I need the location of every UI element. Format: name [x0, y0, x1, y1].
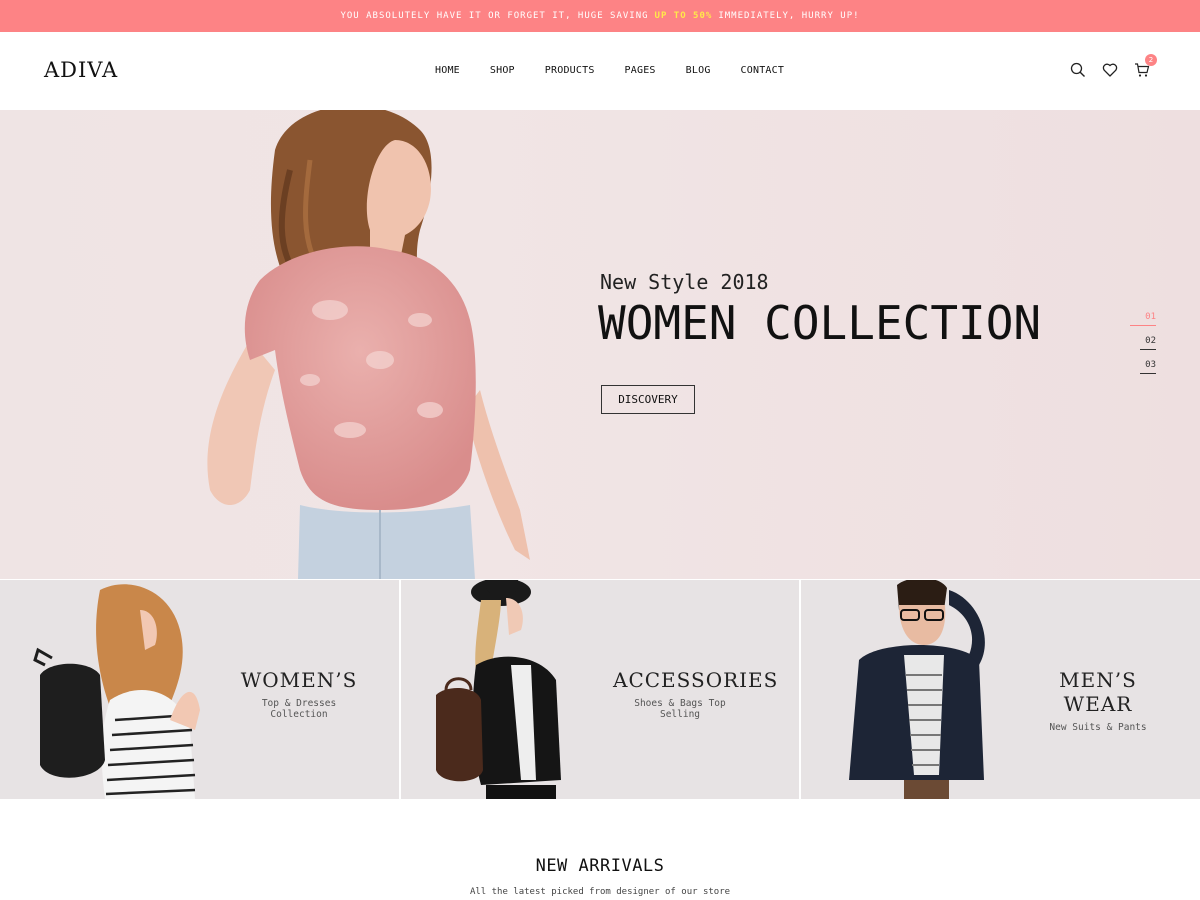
category-title: MEN’S WEAR	[1059, 668, 1137, 716]
nav-contact[interactable]: CONTACT	[741, 65, 785, 76]
category-subtitle: New Suits & Pants	[1049, 722, 1147, 733]
category-mens-wear[interactable]: MEN’S WEAR New Suits & Pants	[799, 580, 1200, 799]
category-accessories[interactable]: ACCESSORIES Shoes & Bags Top Selling	[399, 580, 799, 799]
nav-home[interactable]: HOME	[435, 65, 460, 76]
hero-slider: New Style 2018 WOMEN COLLECTION DISCOVER…	[0, 110, 1200, 579]
nav-blog[interactable]: BLOG	[686, 65, 711, 76]
category-womens[interactable]: WOMEN’S Top & Dresses Collection	[0, 580, 399, 799]
promo-text-after: IMMEDIATELY, HURRY UP!	[718, 11, 860, 21]
new-arrivals-title: NEW ARRIVALS	[535, 856, 665, 876]
cart-count-badge: 2	[1145, 54, 1157, 66]
main-nav: HOME SHOP PRODUCTS PAGES BLOG CONTACT	[435, 65, 814, 76]
heart-icon[interactable]	[1102, 62, 1118, 78]
nav-shop[interactable]: SHOP	[490, 65, 515, 76]
discovery-button[interactable]: DISCOVERY	[601, 385, 695, 414]
hero-subtitle: New Style 2018	[600, 270, 769, 294]
slide-indicator-3[interactable]: 03	[1130, 360, 1156, 384]
slide-indicator-1[interactable]: 01	[1130, 312, 1156, 336]
category-womens-text: WOMEN’S Top & Dresses Collection	[235, 668, 363, 720]
site-logo[interactable]: ADIVA	[44, 58, 118, 82]
header-icons: 2	[1070, 54, 1157, 78]
accessories-model-image	[436, 580, 561, 799]
hero-title: WOMEN COLLECTION	[598, 296, 1042, 350]
site-header: ADIVA HOME SHOP PRODUCTS PAGES BLOG CONT…	[0, 32, 1200, 110]
slide-pagination: 01 02 03	[1130, 312, 1156, 384]
search-icon[interactable]	[1070, 62, 1086, 78]
new-arrivals-subtitle: All the latest picked from designer of o…	[469, 887, 731, 897]
womens-model-image	[33, 584, 200, 799]
promo-text-before: YOU ABSOLUTELY HAVE IT OR FORGET IT, HUG…	[340, 11, 649, 21]
category-mens-text: MEN’S WEAR New Suits & Pants	[1033, 668, 1163, 733]
category-subtitle: Top & Dresses Collection	[261, 698, 337, 720]
promo-highlight: UP TO 50%	[654, 11, 713, 21]
promo-bar: YOU ABSOLUTELY HAVE IT OR FORGET IT, HUG…	[0, 0, 1200, 32]
category-title: ACCESSORIES	[613, 668, 779, 692]
nav-products[interactable]: PRODUCTS	[545, 65, 595, 76]
hero-model-image	[207, 110, 530, 579]
mens-model-image	[849, 580, 985, 799]
cart-icon[interactable]: 2	[1134, 54, 1157, 78]
category-banners: WOMEN’S Top & Dresses Collection ACCESSO…	[0, 580, 1200, 799]
slide-indicator-2[interactable]: 02	[1130, 336, 1156, 360]
category-title: WOMEN’S	[240, 668, 358, 692]
nav-pages[interactable]: PAGES	[625, 65, 656, 76]
category-accessories-text: ACCESSORIES Shoes & Bags Top Selling	[613, 668, 779, 720]
category-subtitle: Shoes & Bags Top Selling	[634, 698, 726, 720]
